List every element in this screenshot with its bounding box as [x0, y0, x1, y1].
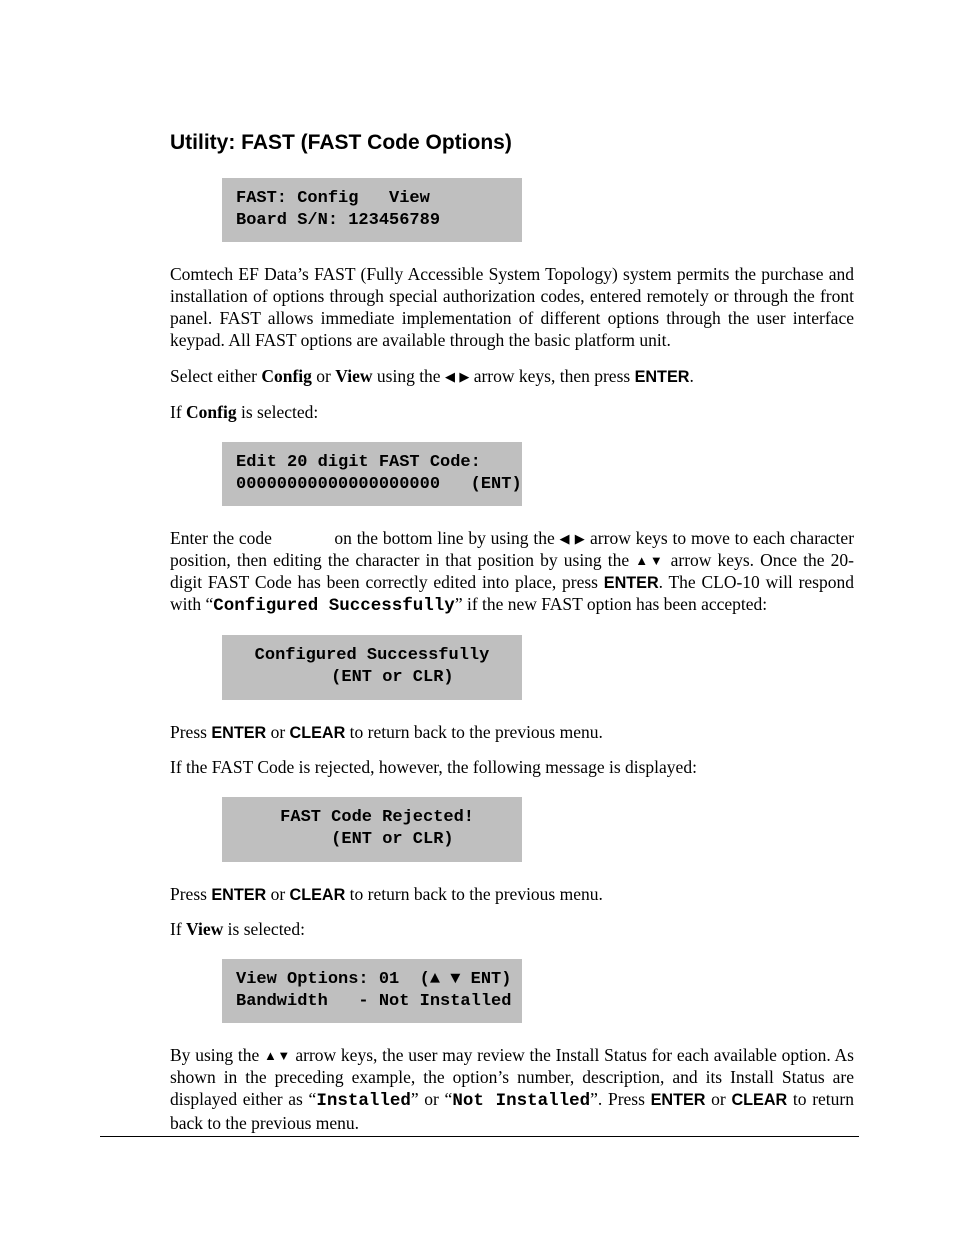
right-arrow-icon: ▶ [575, 531, 585, 546]
status-not-installed: Not Installed [452, 1091, 590, 1111]
lcd-edit-code: Edit 20 digit FAST Code: 000000000000000… [222, 442, 522, 506]
key-enter: ENTER [604, 574, 659, 592]
label-view: View [335, 366, 372, 386]
footer-divider [100, 1136, 859, 1137]
msg-configured-successfully: Configured Successfully [213, 596, 455, 616]
down-arrow-icon: ▼ [650, 553, 665, 568]
lcd-line: Bandwidth - Not Installed [236, 992, 511, 1011]
document-page: Utility: FAST (FAST Code Options) FAST: … [0, 0, 954, 1235]
lcd-line: Edit 20 digit FAST Code: [236, 453, 481, 472]
down-arrow-icon: ▼ [277, 1048, 290, 1063]
lcd-line: (ENT or CLR) [290, 830, 453, 849]
left-arrow-icon: ◀ [560, 531, 570, 546]
key-enter: ENTER [635, 368, 690, 386]
paragraph-if-config: If Config is selected: [170, 402, 854, 424]
lcd-line: 00000000000000000000 (ENT) [236, 475, 522, 494]
lcd-main-menu: FAST: Config View Board S/N: 123456789 [222, 178, 522, 242]
lcd-line: (ENT or CLR) [290, 668, 453, 687]
paragraph-rejected: If the FAST Code is rejected, however, t… [170, 757, 854, 779]
key-enter: ENTER [211, 886, 266, 904]
paragraph-if-view: If View is selected: [170, 919, 854, 941]
label-config: Config [186, 402, 237, 422]
key-clear: CLEAR [290, 724, 346, 742]
key-enter: ENTER [651, 1091, 706, 1109]
status-installed: Installed [316, 1091, 411, 1111]
lcd-line: Board S/N: 123456789 [236, 211, 440, 230]
section-title: Utility: FAST (FAST Code Options) [170, 130, 854, 156]
paragraph-by-using: By using the ▲▼ arrow keys, the user may… [170, 1045, 854, 1135]
key-clear: CLEAR [731, 1091, 787, 1109]
paragraph-return-1: Press ENTER or CLEAR to return back to t… [170, 722, 854, 744]
lcd-view-options: View Options: 01 (▲ ▼ ENT) Bandwidth - N… [222, 959, 522, 1023]
lcd-line: FAST: Config View [236, 189, 430, 208]
right-arrow-icon: ▶ [459, 369, 469, 384]
paragraph-intro: Comtech EF Data’s FAST (Fully Accessible… [170, 264, 854, 352]
key-enter: ENTER [211, 724, 266, 742]
label-view: View [186, 919, 223, 939]
lcd-line: Configured Successfully [255, 646, 490, 665]
label-config: Config [261, 366, 312, 386]
lcd-line: FAST Code Rejected! [270, 808, 474, 827]
paragraph-select: Select either Config or View using the ◀… [170, 366, 854, 388]
lcd-configured-ok: Configured Successfully (ENT or CLR) [222, 635, 522, 699]
up-arrow-icon: ▲ [264, 1048, 277, 1063]
up-arrow-icon: ▲ [635, 553, 650, 568]
paragraph-enter-code: Enter the code on the bottom line by usi… [170, 528, 854, 618]
lcd-rejected: FAST Code Rejected! (ENT or CLR) [222, 797, 522, 861]
left-arrow-icon: ◀ [445, 369, 455, 384]
paragraph-return-2: Press ENTER or CLEAR to return back to t… [170, 884, 854, 906]
lcd-line: View Options: 01 (▲ ▼ ENT) [236, 970, 511, 989]
key-clear: CLEAR [290, 886, 346, 904]
